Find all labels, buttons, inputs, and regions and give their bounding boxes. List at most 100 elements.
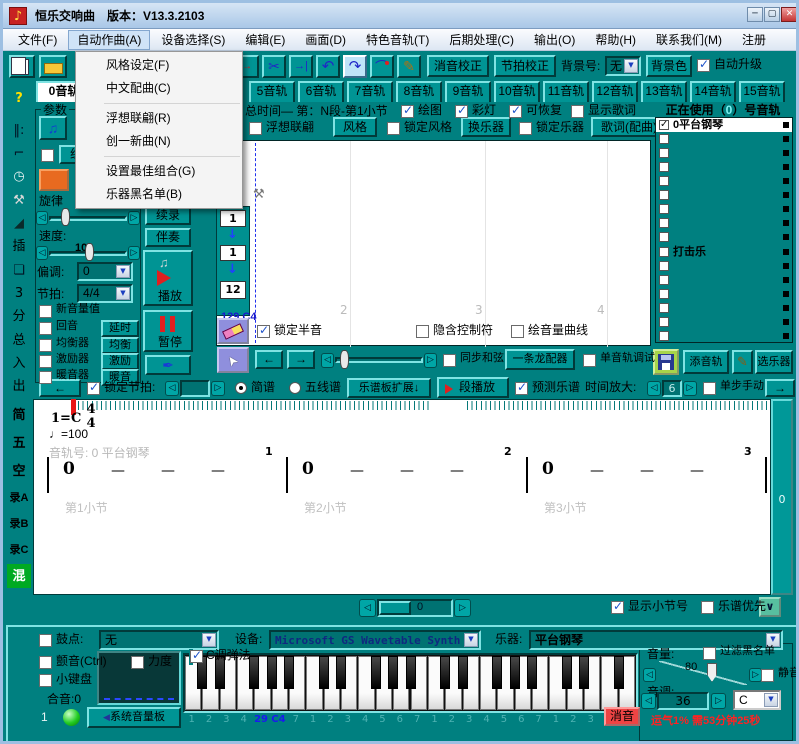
brush-button[interactable]: ✎ <box>397 55 421 78</box>
tab-10音轨[interactable]: 10音轨 <box>494 81 540 102</box>
timezoom-spin-left[interactable]: ◁ <box>647 381 661 396</box>
track-mute-square[interactable] <box>783 291 789 297</box>
black-key[interactable] <box>492 656 502 689</box>
jianpu-mode[interactable]: 简 <box>7 403 31 427</box>
speed-slider-right[interactable]: ▷ <box>128 246 140 260</box>
track-row-7[interactable] <box>656 216 792 230</box>
status-3-checkbox[interactable] <box>571 105 584 118</box>
piano-keyboard[interactable] <box>183 653 638 713</box>
melody-slider-right[interactable]: ▷ <box>128 211 140 225</box>
dropdown-item-2[interactable]: 浮想联翩(R) <box>76 107 242 130</box>
track-checkbox[interactable] <box>659 247 669 257</box>
black-key[interactable] <box>249 656 259 689</box>
auto-upgrade-checkbox[interactable] <box>697 59 710 72</box>
track-checkbox[interactable] <box>659 148 669 158</box>
mini-keyboard-checkbox[interactable] <box>39 674 52 687</box>
track-mute-square[interactable] <box>783 192 789 198</box>
track-row-14[interactable] <box>656 315 792 329</box>
staff-vscrollbar[interactable]: 0 <box>771 399 793 595</box>
black-key[interactable] <box>267 656 277 689</box>
track-checkbox[interactable] <box>659 218 669 228</box>
track-checkbox[interactable] <box>659 134 669 144</box>
velocity-checkbox[interactable] <box>131 656 144 669</box>
volume-curve-checkbox[interactable] <box>511 325 524 338</box>
segment-play-button[interactable]: 段播放 <box>437 377 509 398</box>
track-row-9[interactable]: 打击乐 <box>656 245 792 259</box>
menu-item-6[interactable]: 后期处理(C) <box>440 30 523 50</box>
master-icon[interactable]: 总 <box>8 331 30 351</box>
menu-item-1[interactable]: 自动作曲(A) <box>68 30 150 50</box>
track-row-8[interactable] <box>656 230 792 244</box>
black-key[interactable] <box>406 656 416 689</box>
dropdown-arrow-icon[interactable]: ▼ <box>116 287 130 300</box>
swap-instrument-button[interactable]: 换乐器 <box>461 117 511 137</box>
effect-4-checkbox[interactable] <box>39 371 52 384</box>
black-key[interactable] <box>371 656 381 689</box>
meter-select[interactable]: 4/4 ▼ <box>77 284 133 303</box>
black-key[interactable] <box>614 656 624 689</box>
lock-style-checkbox[interactable] <box>387 122 400 135</box>
track-checkbox[interactable] <box>659 190 669 200</box>
play-button[interactable]: ♫ 播放 <box>143 250 193 306</box>
menu-item-5[interactable]: 特色音轨(T) <box>357 30 438 50</box>
hidden-control-checkbox[interactable] <box>416 325 429 338</box>
accompany-button[interactable]: 伴奏 <box>145 228 191 247</box>
dropdown-item-1[interactable]: 中文配曲(C) <box>76 77 242 100</box>
black-key[interactable] <box>458 656 468 689</box>
status-2-checkbox[interactable] <box>509 105 522 118</box>
track-row-2[interactable] <box>656 146 792 160</box>
step-button[interactable]: →| <box>289 55 313 78</box>
tab-9音轨[interactable]: 9音轨 <box>445 81 491 102</box>
mute-button[interactable]: 消音 <box>604 707 640 726</box>
hslider-thumb[interactable] <box>340 350 349 369</box>
lockbeat-spin-right[interactable]: ▷ <box>211 381 225 396</box>
device-select[interactable]: Microsoft GS Wavetable Synth ▼ <box>269 630 481 650</box>
pitch-spin-left[interactable]: ◁ <box>641 693 656 709</box>
speed-slider-left[interactable]: ◁ <box>36 246 48 260</box>
effect-2-checkbox[interactable] <box>39 339 52 352</box>
track-checkbox[interactable] <box>659 289 669 299</box>
bracket-icon[interactable]: ⌐ <box>8 144 30 164</box>
title-bar[interactable]: ♪ 恒乐交响曲 版本：V13.3.2103 ─ ▢ ✕ <box>3 3 796 29</box>
track-brush-button[interactable]: ✎ <box>732 350 753 374</box>
staff-hscroll-right[interactable]: ▷ <box>454 599 471 617</box>
track-mute-square[interactable] <box>783 305 789 311</box>
scroll-left-button[interactable]: ← <box>255 350 283 369</box>
wrench-icon[interactable]: ⚒ <box>8 191 30 211</box>
menu-item-9[interactable]: 联系我们(M) <box>647 30 731 50</box>
cursor-tool-button[interactable]: ➤ <box>217 347 249 373</box>
track-row-10[interactable] <box>656 259 792 273</box>
drum-select[interactable]: 无 ▼ <box>99 630 219 650</box>
melody-slider-left[interactable]: ◁ <box>36 211 48 225</box>
lockbeat-spin-left[interactable]: ◁ <box>165 381 179 396</box>
minimize-button[interactable]: ─ <box>747 7 763 22</box>
close-button[interactable]: ✕ <box>781 7 798 22</box>
beat-correct-button[interactable]: 节拍校正 <box>494 55 556 77</box>
melody-slider-thumb[interactable] <box>61 208 70 226</box>
predict-score-checkbox[interactable] <box>515 382 528 395</box>
single-track-debug-checkbox[interactable] <box>583 354 596 367</box>
vibrato-checkbox[interactable] <box>39 656 52 669</box>
save-button[interactable] <box>653 349 679 375</box>
single-step-checkbox[interactable] <box>703 382 716 395</box>
offset-select[interactable]: 0 ▼ <box>77 262 133 281</box>
clock-icon[interactable]: ◷ <box>8 167 30 187</box>
track-mute-square[interactable] <box>783 136 789 142</box>
dropdown-arrow-icon[interactable]: ▼ <box>624 59 638 73</box>
new-document-icon[interactable] <box>11 57 26 75</box>
jianpu-radio[interactable] <box>235 382 247 394</box>
menu-item-8[interactable]: 帮助(H) <box>586 30 645 50</box>
one-stop-button[interactable]: 一条龙配器 <box>505 349 575 370</box>
scissors-button[interactable]: ✂ <box>262 55 286 78</box>
tab-7音轨[interactable]: 7音轨 <box>347 81 393 102</box>
track-mute-square[interactable] <box>783 277 789 283</box>
track-checkbox[interactable] <box>659 317 669 327</box>
track-row-13[interactable] <box>656 301 792 315</box>
track-row-4[interactable] <box>656 174 792 188</box>
lock-beat-checkbox[interactable] <box>87 382 100 395</box>
staff-mode[interactable]: 五 <box>7 431 31 455</box>
staff-hscroll-thumb[interactable] <box>379 601 411 615</box>
piano-roll-canvas[interactable]: 234 <box>216 140 651 346</box>
effect-1-checkbox[interactable] <box>39 322 52 335</box>
pen-tool-button[interactable]: ✒ <box>145 355 191 375</box>
